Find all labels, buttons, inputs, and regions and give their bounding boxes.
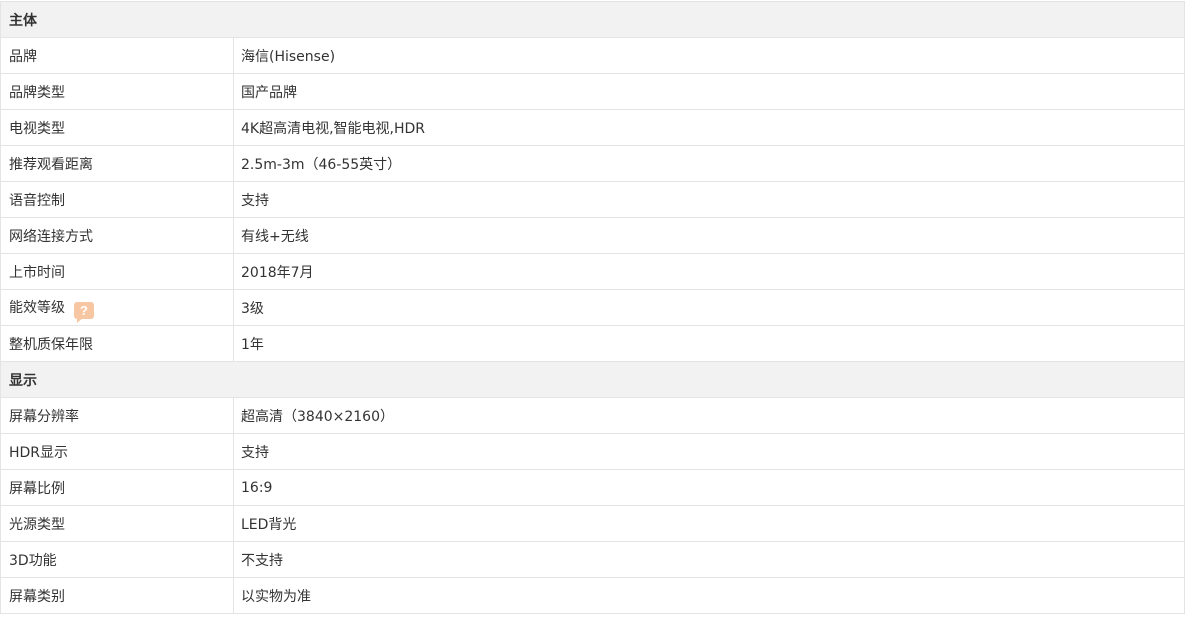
spec-value: 16:9 [233, 469, 1185, 506]
section-title: 显示 [0, 361, 1185, 398]
section-title: 主体 [0, 1, 1185, 38]
spec-value: 3级 [233, 289, 1185, 326]
spec-value: 1年 [233, 325, 1185, 362]
spec-row: 上市时间 2018年7月 [0, 253, 1185, 290]
spec-label: 上市时间 [0, 253, 234, 290]
spec-row: 屏幕比例 16:9 [0, 469, 1185, 506]
spec-value: 2018年7月 [233, 253, 1185, 290]
spec-label: 屏幕分辨率 [0, 397, 234, 434]
spec-value: 国产品牌 [233, 73, 1185, 110]
spec-row: 网络连接方式 有线+无线 [0, 217, 1185, 254]
spec-label: HDR显示 [0, 433, 234, 470]
spec-value: 支持 [233, 181, 1185, 218]
spec-row: 电视类型 4K超高清电视,智能电视,HDR [0, 109, 1185, 146]
spec-label: 品牌 [0, 37, 234, 74]
section-header-main: 主体 [0, 1, 1185, 38]
spec-value: 2.5m-3m（46-55英寸） [233, 145, 1185, 182]
spec-label: 光源类型 [0, 505, 234, 542]
spec-row: 屏幕类别 以实物为准 [0, 577, 1185, 614]
spec-value: 支持 [233, 433, 1185, 470]
spec-label: 屏幕类别 [0, 577, 234, 614]
spec-value: 超高清（3840×2160） [233, 397, 1185, 434]
spec-row: 推荐观看距离 2.5m-3m（46-55英寸） [0, 145, 1185, 182]
spec-label: 整机质保年限 [0, 325, 234, 362]
spec-label: 屏幕比例 [0, 469, 234, 506]
spec-label: 3D功能 [0, 541, 234, 578]
spec-label: 推荐观看距离 [0, 145, 234, 182]
spec-row: 3D功能 不支持 [0, 541, 1185, 578]
spec-row: 屏幕分辨率 超高清（3840×2160） [0, 397, 1185, 434]
spec-label: 网络连接方式 [0, 217, 234, 254]
spec-value: 海信(Hisense) [233, 37, 1185, 74]
spec-row: 品牌 海信(Hisense) [0, 37, 1185, 74]
spec-row: 语音控制 支持 [0, 181, 1185, 218]
spec-value: 以实物为准 [233, 577, 1185, 614]
spec-label: 品牌类型 [0, 73, 234, 110]
spec-row: HDR显示 支持 [0, 433, 1185, 470]
spec-label: 语音控制 [0, 181, 234, 218]
spec-table: 主体 品牌 海信(Hisense) 品牌类型 国产品牌 电视类型 4K超高清电视… [0, 1, 1185, 614]
spec-row: 光源类型 LED背光 [0, 505, 1185, 542]
question-mark-icon[interactable]: ? [74, 301, 94, 323]
spec-value: LED背光 [233, 505, 1185, 542]
spec-row: 品牌类型 国产品牌 [0, 73, 1185, 110]
section-header-display: 显示 [0, 361, 1185, 398]
spec-value: 不支持 [233, 541, 1185, 578]
spec-label: 电视类型 [0, 109, 234, 146]
spec-value: 4K超高清电视,智能电视,HDR [233, 109, 1185, 146]
spec-label: 能效等级 [9, 299, 65, 316]
spec-label-cell: 能效等级? [0, 289, 234, 326]
spec-value: 有线+无线 [233, 217, 1185, 254]
spec-row: 能效等级? 3级 [0, 289, 1185, 326]
spec-row: 整机质保年限 1年 [0, 325, 1185, 362]
